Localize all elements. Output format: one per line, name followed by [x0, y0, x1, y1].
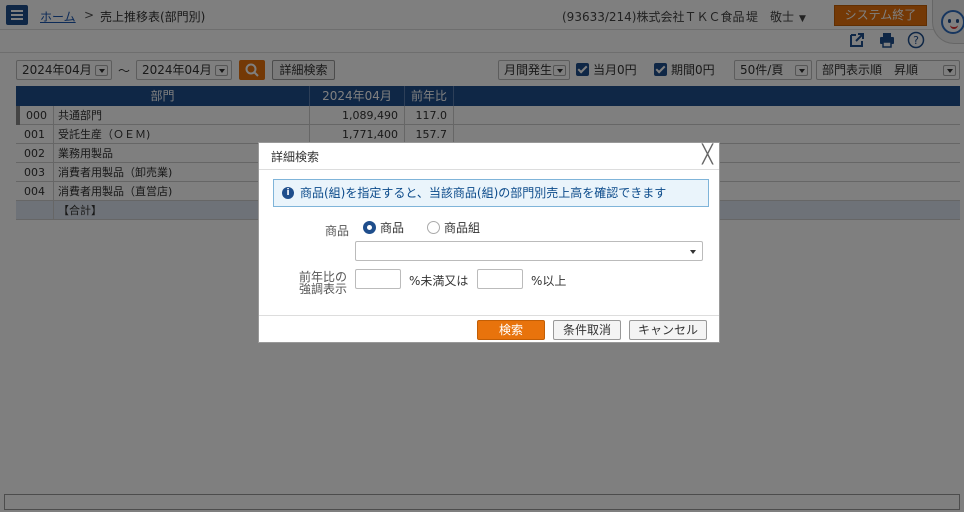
- highlight-label-line2: 強調表示: [299, 282, 348, 296]
- radio-selected-icon: [363, 221, 376, 234]
- close-icon[interactable]: ╳: [702, 144, 713, 165]
- cancel-button[interactable]: キャンセル: [629, 320, 707, 340]
- yoy-over-input[interactable]: [477, 269, 523, 289]
- over-text: %以上: [531, 274, 567, 288]
- info-text: 商品(組)を指定すると、当該商品(組)の部門別売上高を確認できます: [300, 186, 667, 200]
- search-submit-button[interactable]: 検索: [477, 320, 545, 340]
- radio-product[interactable]: 商品: [363, 221, 404, 235]
- highlight-label: 前年比の 強調表示: [299, 271, 347, 295]
- radio-unselected-icon: [427, 221, 440, 234]
- radio-product-group[interactable]: 商品組: [427, 221, 480, 235]
- detail-search-dialog: 詳細検索 ╳ i 商品(組)を指定すると、当該商品(組)の部門別売上高を確認できま…: [258, 142, 720, 343]
- dialog-footer-divider: [259, 315, 719, 316]
- clear-conditions-button[interactable]: 条件取消: [553, 320, 621, 340]
- dialog-title: 詳細検索: [271, 150, 320, 164]
- radio-product-label: 商品: [380, 221, 405, 235]
- under-text: %未満又は: [409, 274, 469, 288]
- product-label: 商品: [325, 224, 350, 238]
- yoy-under-input[interactable]: [355, 269, 401, 289]
- dialog-divider: [259, 169, 719, 170]
- radio-product-group-label: 商品組: [444, 221, 481, 235]
- info-icon: i: [282, 186, 294, 199]
- info-message: i 商品(組)を指定すると、当該商品(組)の部門別売上高を確認できます: [273, 179, 709, 207]
- product-select[interactable]: [355, 241, 703, 261]
